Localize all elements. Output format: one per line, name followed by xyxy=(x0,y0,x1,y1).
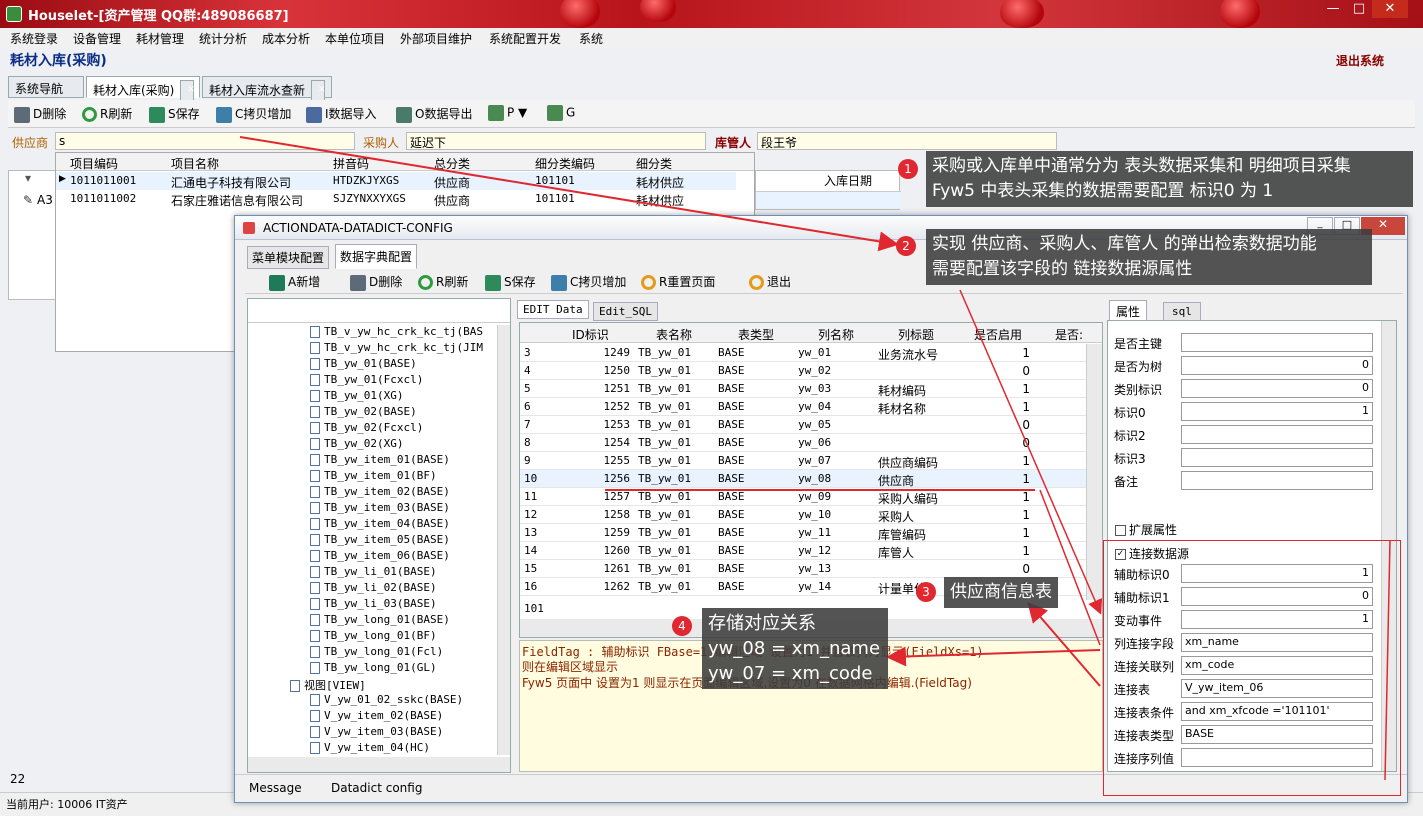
property-row: 连接表类型 BASE xyxy=(1114,725,1374,745)
property-value-input[interactable] xyxy=(1181,425,1373,444)
property-label: 连接关联列 xyxy=(1114,660,1175,674)
property-row: 连接表 V_yw_item_06 xyxy=(1114,679,1374,699)
property-row: 辅助标识0 1 xyxy=(1114,564,1374,584)
property-value-input[interactable]: BASE xyxy=(1181,725,1373,744)
property-label: 标识2 xyxy=(1114,429,1146,443)
property-value-input[interactable] xyxy=(1181,448,1373,467)
property-value-input[interactable]: 0 xyxy=(1181,356,1373,375)
property-label: 备注 xyxy=(1114,475,1139,489)
callout-3: 供应商信息表 xyxy=(944,577,1058,608)
callout-text: 供应商信息表 xyxy=(950,582,1052,602)
property-value-input[interactable]: 1 xyxy=(1181,402,1373,421)
property-row: 备注 xyxy=(1114,471,1374,491)
callout-text: 采购或入库单中通常分为 表头数据采集和 明细项目采集 xyxy=(932,156,1351,176)
property-value-input[interactable]: 0 xyxy=(1181,379,1373,398)
property-row: 类别标识 0 xyxy=(1114,379,1374,399)
property-value-input[interactable] xyxy=(1181,471,1373,490)
arrow-line xyxy=(1039,489,1101,646)
property-label: 连接表条件 xyxy=(1114,706,1175,720)
property-value-input[interactable] xyxy=(1181,333,1373,352)
property-row: 辅助标识1 0 xyxy=(1114,587,1374,607)
property-label: 辅助标识1 xyxy=(1114,591,1170,605)
property-label: 是否主键 xyxy=(1114,337,1163,351)
arrow-line xyxy=(1384,539,1391,781)
property-label: 类别标识 xyxy=(1114,383,1163,397)
callout-text: 存储对应关系 xyxy=(708,613,816,634)
property-value-input[interactable]: 0 xyxy=(1181,587,1373,606)
property-label: 连接表 xyxy=(1114,683,1151,697)
property-value-input[interactable] xyxy=(1181,748,1373,767)
property-row: 连接表条件 and xm_xfcode ='101101' xyxy=(1114,702,1374,722)
callout-number: 3 xyxy=(916,582,936,602)
callout-text: 需要配置该字段的 链接数据源属性 xyxy=(932,259,1193,279)
property-label: 连接序列值 xyxy=(1114,752,1175,766)
callout-text: 实现 供应商、采购人、库管人 的弹出检索数据功能 xyxy=(932,234,1317,254)
callout-1: 采购或入库单中通常分为 表头数据采集和 明细项目采集 Fyw5 中表头采集的数据… xyxy=(926,151,1413,207)
property-label: 标识0 xyxy=(1114,406,1146,420)
callout-text: yw_07 = xm_code xyxy=(708,663,873,684)
arrow-line xyxy=(239,136,899,252)
property-row: 标识2 xyxy=(1114,425,1374,445)
callout-4: 存储对应关系 yw_08 = xm_name yw_07 = xm_code xyxy=(702,608,888,689)
property-row: 标识3 xyxy=(1114,448,1374,468)
property-row: 是否为树 0 xyxy=(1114,356,1374,376)
property-label: 列连接字段 xyxy=(1114,637,1175,651)
property-value-input[interactable]: 1 xyxy=(1181,610,1373,629)
property-label: 辅助标识0 xyxy=(1114,568,1170,582)
property-value-input[interactable]: V_yw_item_06 xyxy=(1181,679,1373,698)
property-value-input[interactable]: xm_name xyxy=(1181,633,1373,652)
property-row: 标识0 1 xyxy=(1114,402,1374,422)
property-row: 列连接字段 xm_name xyxy=(1114,633,1374,653)
property-value-input[interactable]: 1 xyxy=(1181,564,1373,583)
property-row: 是否主键 xyxy=(1114,333,1374,353)
property-value-input[interactable]: and xm_xfcode ='101101' xyxy=(1181,702,1373,721)
property-row: 变动事件 1 xyxy=(1114,610,1374,630)
property-label: 是否为树 xyxy=(1114,360,1163,374)
arrow-line xyxy=(959,289,1103,615)
callout-2: 实现 供应商、采购人、库管人 的弹出检索数据功能 需要配置该字段的 链接数据源属… xyxy=(926,229,1372,285)
property-label: 变动事件 xyxy=(1114,614,1163,628)
property-label: 标识3 xyxy=(1114,452,1146,466)
callout-number: 4 xyxy=(672,616,692,636)
property-row: 连接关联列 xm_code xyxy=(1114,656,1374,676)
property-row: 连接序列值 xyxy=(1114,748,1374,768)
callout-number: 2 xyxy=(896,236,916,256)
property-label: 连接表类型 xyxy=(1114,729,1175,743)
property-value-input[interactable]: xm_code xyxy=(1181,656,1373,675)
callout-number: 1 xyxy=(898,159,918,179)
callout-text: Fyw5 中表头采集的数据需要配置 标识0 为 1 xyxy=(932,181,1274,201)
callout-text: yw_08 = xm_name xyxy=(708,638,881,659)
